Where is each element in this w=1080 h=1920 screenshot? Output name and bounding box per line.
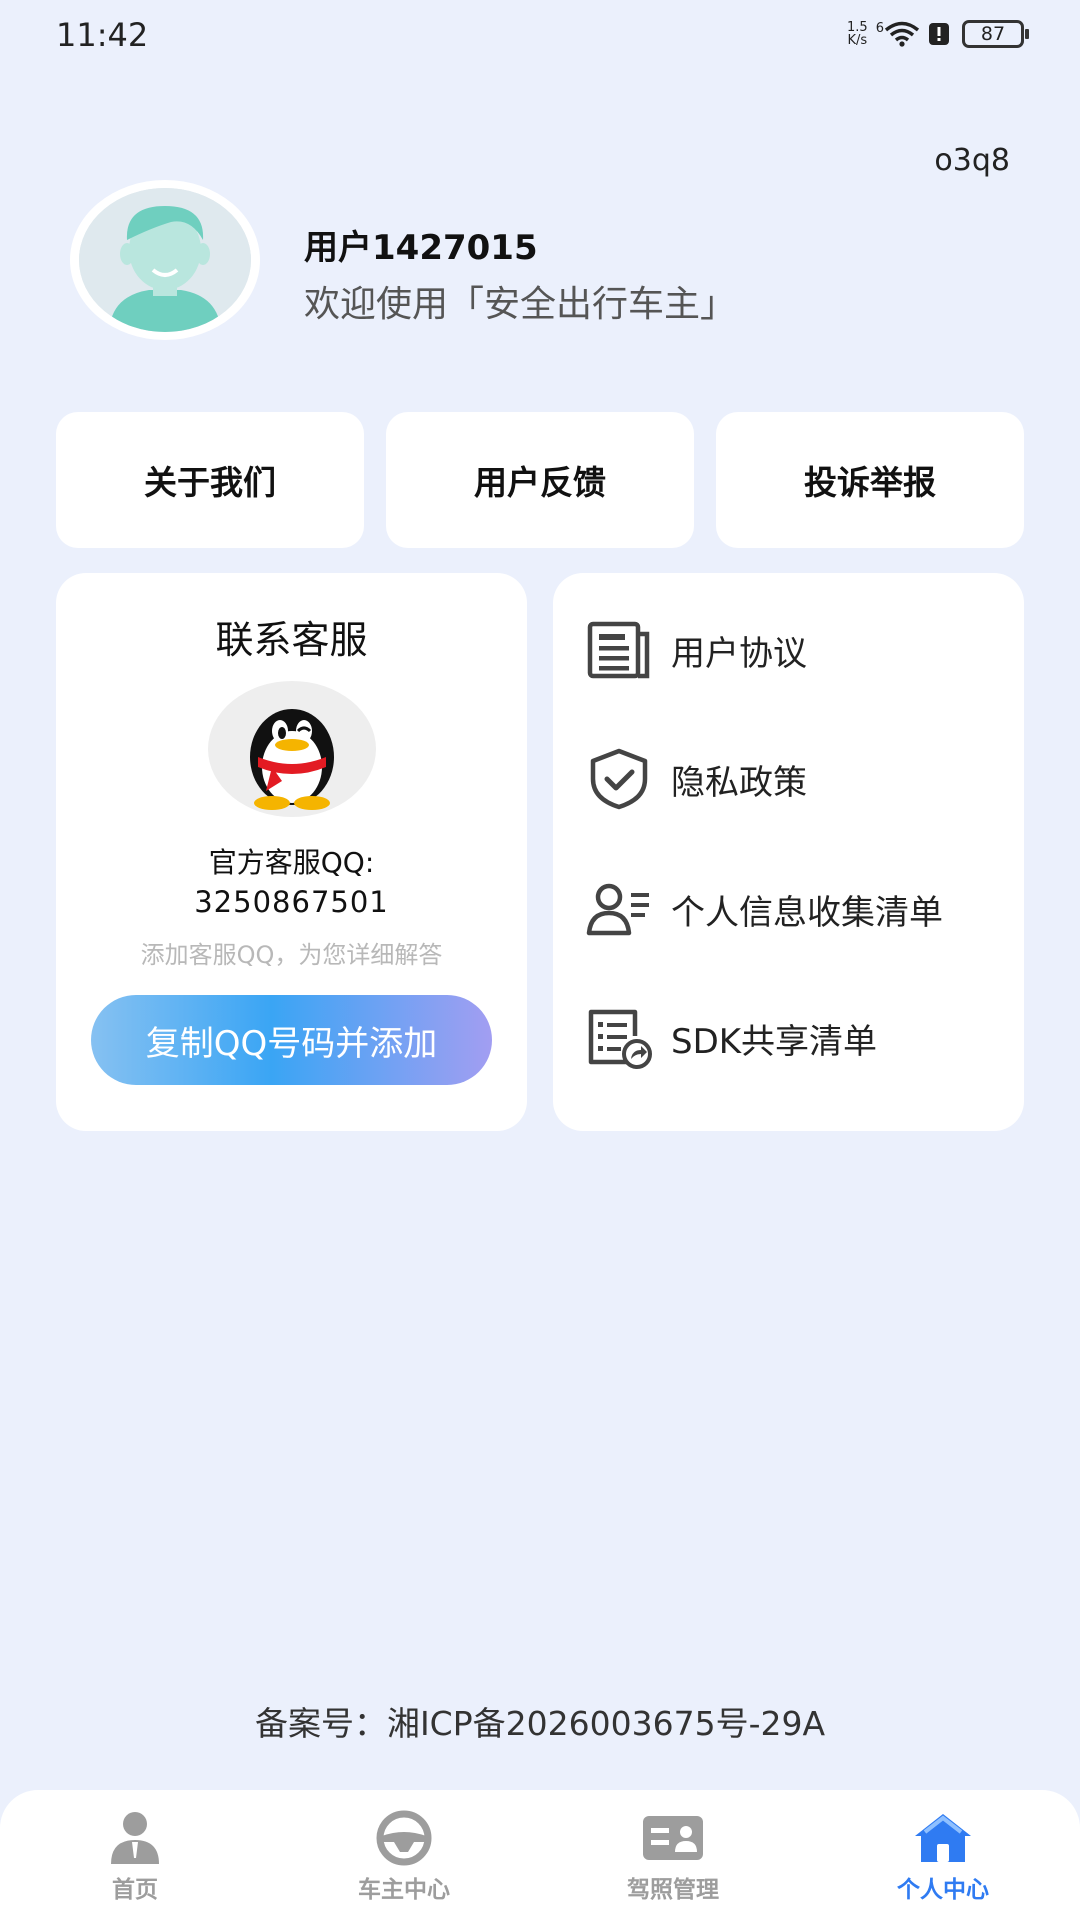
official-qq-label: 官方客服QQ: [208, 846, 375, 879]
tab-label-home: 首页 [112, 1877, 158, 1903]
tab-home[interactable]: 首页 [35, 1800, 235, 1910]
status-time: 11:42 [56, 16, 149, 54]
user-list-icon [586, 883, 649, 936]
tab-personal-center[interactable]: 个人中心 [843, 1800, 1043, 1910]
person-icon [111, 1812, 159, 1864]
status-icons: 1.5 K/s 6 87 [847, 20, 1029, 48]
policy-menu-card: 用户协议 隐私政策 个人信息收集清单 SDK共享清单 [553, 573, 1024, 1131]
tab-owner-center[interactable]: 车主中心 [304, 1800, 504, 1910]
welcome-text: 欢迎使用「安全出行车主」 [304, 284, 737, 325]
avatar[interactable] [70, 180, 260, 340]
steering-wheel-icon [376, 1810, 432, 1866]
alert-icon [929, 23, 949, 45]
username: 用户1427015 [304, 228, 538, 268]
battery-indicator: 87 [962, 20, 1029, 48]
shield-check-icon [590, 748, 648, 810]
icp-record: 备案号：湘ICP备2026003675号-29A [254, 1704, 826, 1743]
menu-item-privacy-policy[interactable]: 隐私政策 [585, 744, 807, 814]
menu-item-user-agreement[interactable]: 用户协议 [585, 615, 807, 685]
customer-service-hint: 添加客服QQ，为您详细解答 [140, 941, 443, 969]
home-icon [915, 1814, 971, 1862]
network-speed: 1.5 K/s [847, 20, 868, 48]
user-code: o3q8 [934, 143, 1010, 178]
tab-label-license: 驾照管理 [627, 1877, 719, 1903]
about-us-button[interactable]: 关于我们 [56, 412, 364, 548]
customer-service-card: 联系客服 官方客服QQ: 3250867501 添加客服QQ，为您详细解答 复制… [56, 573, 527, 1131]
menu-label-personal-info: 个人信息收集清单 [671, 892, 943, 933]
bottom-tab-bar: 首页 车主中心 驾照管理 个人中心 [0, 1790, 1080, 1920]
share-list-icon [588, 1009, 652, 1069]
menu-label-sdk-list: SDK共享清单 [671, 1021, 878, 1062]
wifi-icon: 6 [876, 21, 920, 47]
customer-service-title: 联系客服 [215, 618, 368, 662]
copy-qq-button[interactable]: 复制QQ号码并添加 [91, 995, 492, 1085]
avatar-image [79, 188, 251, 332]
status-bar: 11:42 1.5 K/s 6 87 [0, 0, 1080, 72]
feedback-button[interactable]: 用户反馈 [386, 412, 694, 548]
qq-penguin-icon [208, 681, 376, 817]
report-button[interactable]: 投诉举报 [716, 412, 1024, 548]
document-icon [587, 621, 650, 679]
menu-label-user-agreement: 用户协议 [671, 633, 807, 674]
tab-license[interactable]: 驾照管理 [573, 1800, 773, 1910]
qq-number: 3250867501 [194, 885, 389, 919]
license-card-icon [643, 1816, 703, 1860]
menu-label-privacy-policy: 隐私政策 [671, 762, 807, 803]
tab-label-owner-center: 车主中心 [358, 1877, 450, 1903]
menu-item-personal-info[interactable]: 个人信息收集清单 [585, 874, 943, 944]
menu-item-sdk-list[interactable]: SDK共享清单 [585, 1003, 877, 1073]
tab-label-personal-center: 个人中心 [897, 1877, 989, 1903]
